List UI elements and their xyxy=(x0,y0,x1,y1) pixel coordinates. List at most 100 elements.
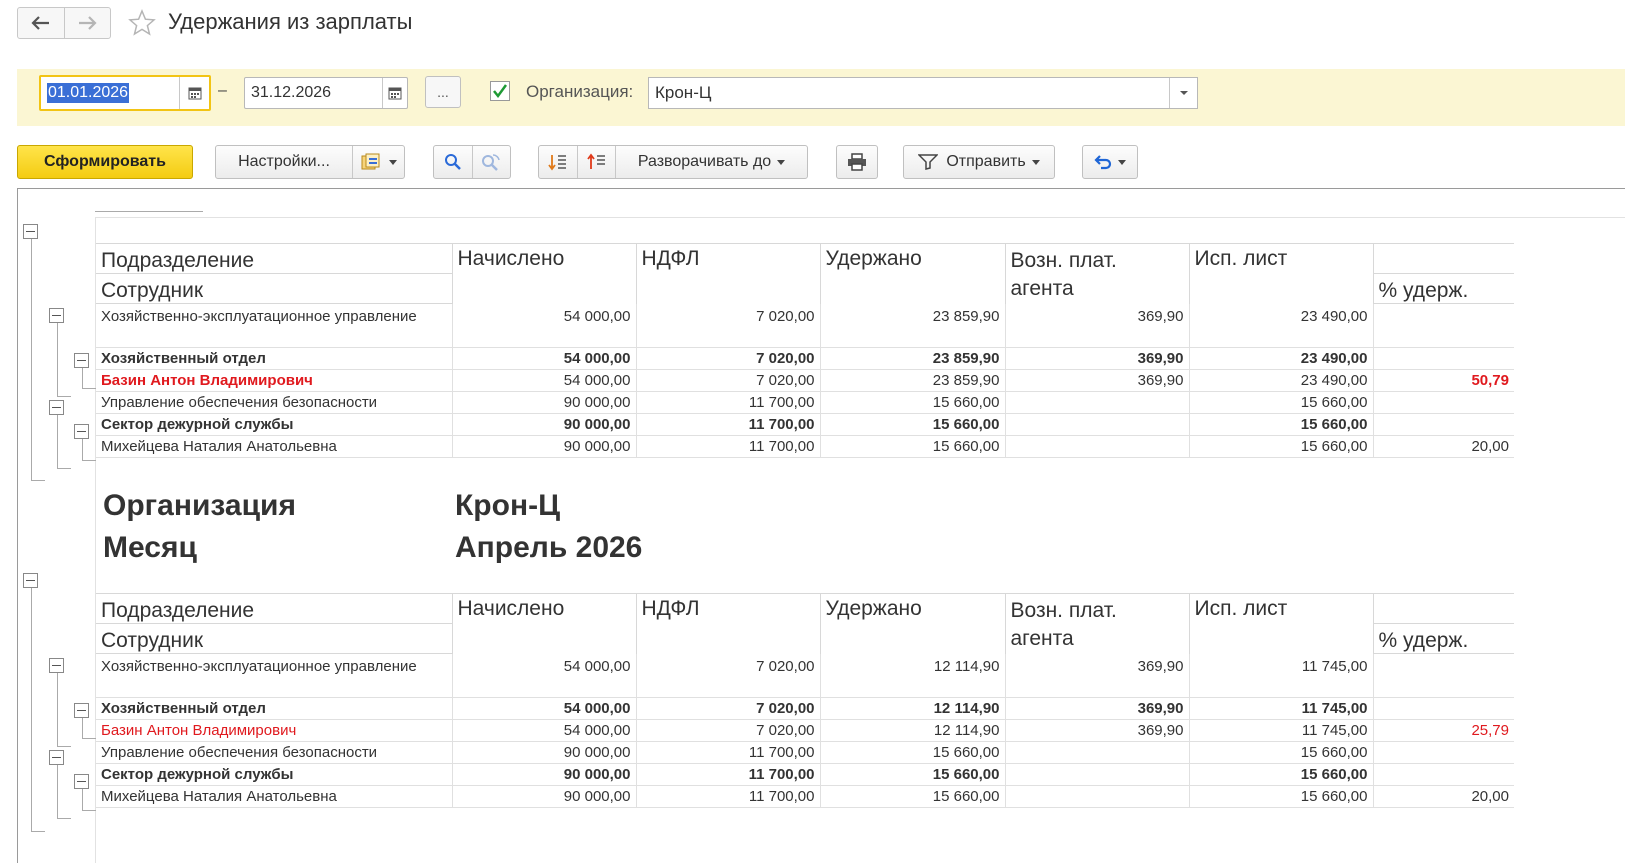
settings-group: Настройки... xyxy=(215,145,405,179)
date-from-calendar-button[interactable] xyxy=(179,77,209,109)
org-dropdown-button[interactable] xyxy=(1169,78,1197,108)
date-from-field[interactable]: 01.01.2026 xyxy=(39,75,211,111)
tree-line xyxy=(82,810,96,811)
tree-line xyxy=(57,323,58,396)
tree-line xyxy=(82,388,96,389)
collapse-row-icon[interactable] xyxy=(74,353,89,368)
chevron-down-icon xyxy=(1179,91,1188,95)
sort-collapse-icon xyxy=(548,155,566,171)
header-pct: % удерж. xyxy=(1372,623,1514,654)
generate-button[interactable]: Сформировать xyxy=(17,145,193,179)
report-table-2: Подразделение Начислено НДФЛ Удержано Во… xyxy=(96,593,1514,808)
arrow-right-icon xyxy=(79,16,97,30)
page-title: Удержания из зарплаты xyxy=(168,9,413,34)
collapse-row-icon[interactable] xyxy=(74,424,89,439)
header-ndfl: НДФЛ xyxy=(635,593,820,654)
header-withheld: Удержано xyxy=(819,593,1005,654)
tree-line xyxy=(82,439,83,460)
expand-to-label: Разворачивать до xyxy=(637,153,772,170)
report-variants-icon xyxy=(361,153,379,170)
chevron-down-icon xyxy=(1031,159,1040,165)
collapse-row-icon[interactable] xyxy=(74,774,89,789)
tree-line xyxy=(31,588,32,831)
date-from-value[interactable]: 01.01.2026 xyxy=(47,83,130,103)
nav-group xyxy=(17,7,111,39)
tree-line xyxy=(31,831,45,832)
variant-button[interactable] xyxy=(352,146,404,178)
tree-line xyxy=(31,480,45,481)
calendar-icon xyxy=(388,87,402,100)
search-button[interactable] xyxy=(434,146,472,178)
chevron-down-icon xyxy=(388,159,397,165)
table-row[interactable]: Хозяйственный отдел 54 000,00 7 020,00 2… xyxy=(96,347,1514,370)
header-agent-fee: Возн. плат. агента xyxy=(1004,593,1189,654)
tree-line xyxy=(82,718,83,738)
collapse-group-icon[interactable] xyxy=(23,573,38,588)
period-select-button[interactable]: ... xyxy=(425,76,461,108)
table-row[interactable]: Сектор дежурной службы 90 000,00 11 700,… xyxy=(96,413,1514,436)
chevron-down-icon xyxy=(777,159,786,165)
group-org-value: Крон-Ц xyxy=(455,489,560,522)
more-actions-button[interactable] xyxy=(1082,145,1138,179)
back-button[interactable] xyxy=(18,8,64,38)
tree-line xyxy=(82,368,83,388)
forward-button[interactable] xyxy=(63,8,111,38)
org-label: Организация: xyxy=(526,82,634,101)
favorite-star-icon[interactable] xyxy=(128,9,156,37)
header-ndfl: НДФЛ xyxy=(635,243,820,304)
sheet-tab-line xyxy=(95,211,203,212)
tree-line xyxy=(57,818,71,819)
expand-all-button[interactable] xyxy=(577,146,615,178)
tree-line xyxy=(57,396,71,397)
collapse-row-icon[interactable] xyxy=(74,703,89,718)
undo-arrow-icon xyxy=(1094,155,1112,170)
header-accrued: Начислено xyxy=(451,243,636,304)
calendar-icon xyxy=(188,87,201,100)
collapse-group-icon[interactable] xyxy=(23,224,38,239)
search-next-icon xyxy=(482,154,500,171)
collapse-row-icon[interactable] xyxy=(49,658,64,673)
header-withheld: Удержано xyxy=(819,243,1005,304)
header-dept: Подразделение xyxy=(96,243,452,274)
arrow-left-icon xyxy=(31,16,49,30)
report-table-1: Подразделение Начислено НДФЛ Удержано Во… xyxy=(96,243,1514,458)
group-month-value: Апрель 2026 xyxy=(455,531,643,564)
collapse-row-icon[interactable] xyxy=(49,750,64,765)
tree-line xyxy=(57,468,71,469)
collapse-row-icon[interactable] xyxy=(49,308,64,323)
tree-line xyxy=(82,789,83,810)
send-button[interactable]: Отправить xyxy=(903,145,1055,179)
tree-line xyxy=(57,673,58,746)
org-checkbox[interactable] xyxy=(490,81,510,101)
header-agent-fee: Возн. плат. агента xyxy=(1004,243,1189,304)
table-row[interactable]: Михейцева Наталия Анатольевна 90 000,00 … xyxy=(96,435,1514,458)
table-row[interactable]: Базин Антон Владимирович 54 000,00 7 020… xyxy=(96,369,1514,392)
table-row[interactable]: Хозяйственно-эксплуатационное управление… xyxy=(96,653,1514,698)
table-row[interactable]: Управление обеспечения безопасности 90 0… xyxy=(96,741,1514,764)
table-row[interactable]: Хозяйственный отдел 54 000,00 7 020,00 1… xyxy=(96,697,1514,720)
org-field[interactable] xyxy=(648,77,1198,109)
table-row[interactable]: Сектор дежурной службы 90 000,00 11 700,… xyxy=(96,763,1514,786)
collapse-all-button[interactable] xyxy=(539,146,577,178)
filter-send-icon xyxy=(918,154,939,170)
header-writ: Исп. лист xyxy=(1188,593,1373,654)
settings-button[interactable]: Настройки... xyxy=(216,146,352,178)
table-row[interactable]: Базин Антон Владимирович 54 000,00 7 020… xyxy=(96,719,1514,742)
date-range-dash: – xyxy=(218,82,227,99)
expand-to-button[interactable]: Разворачивать до xyxy=(615,146,807,178)
date-to-calendar-button[interactable] xyxy=(381,78,407,108)
org-input[interactable] xyxy=(649,78,1169,108)
tree-line xyxy=(57,746,71,747)
table-row[interactable]: Хозяйственно-эксплуатационное управление… xyxy=(96,303,1514,348)
collapse-row-icon[interactable] xyxy=(49,400,64,415)
sort-expand-icon xyxy=(586,153,605,169)
search-next-button[interactable] xyxy=(471,146,511,178)
print-button[interactable] xyxy=(836,145,878,179)
date-to-input[interactable] xyxy=(245,78,382,108)
date-to-field[interactable] xyxy=(244,77,408,109)
report-inner-border xyxy=(95,217,1625,218)
search-icon xyxy=(444,154,461,170)
send-label: Отправить xyxy=(946,153,1026,170)
table-row[interactable]: Михейцева Наталия Анатольевна 90 000,00 … xyxy=(96,785,1514,808)
table-row[interactable]: Управление обеспечения безопасности 90 0… xyxy=(96,391,1514,414)
